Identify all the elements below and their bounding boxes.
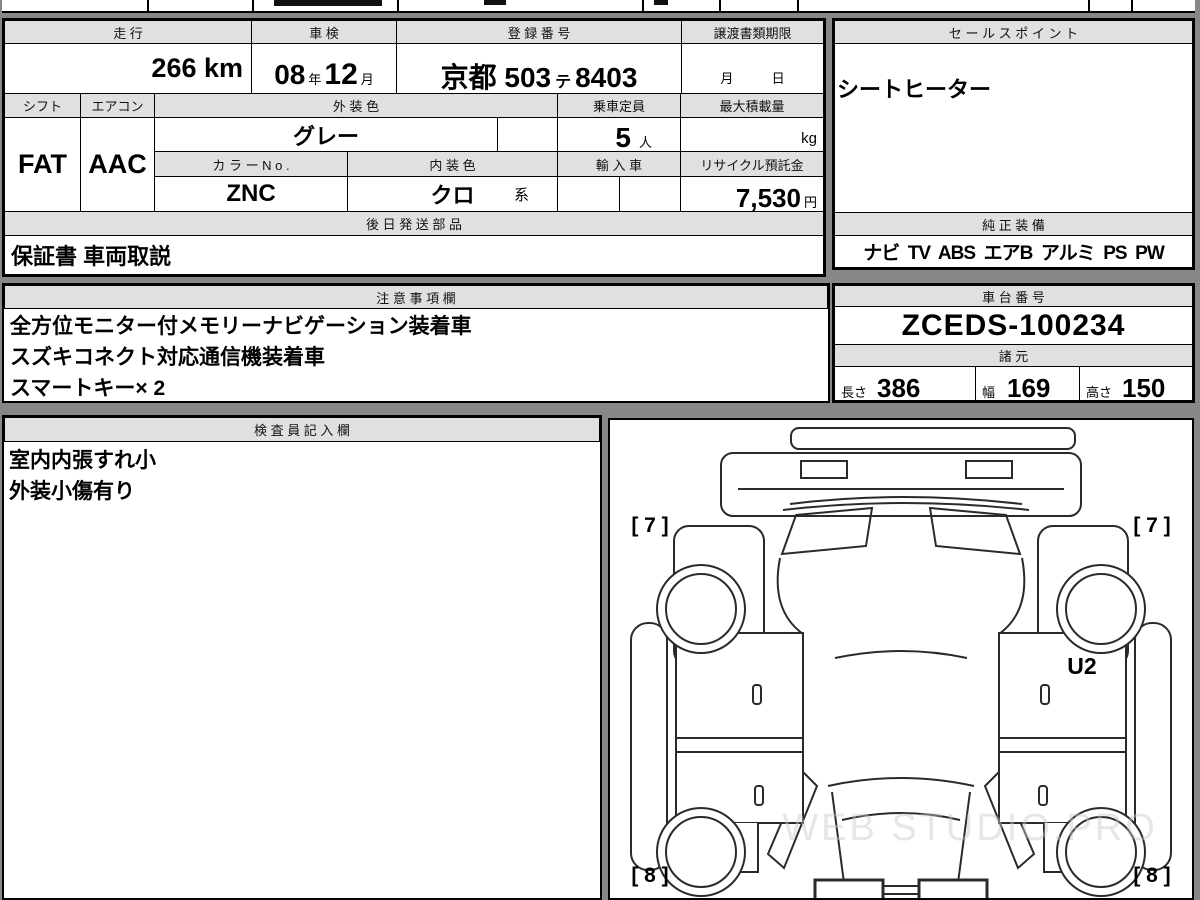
chassis-block: 車 台 番 号 ZCEDS-100234 諸 元 長さ 386 幅 169 高さ… <box>832 283 1195 403</box>
exterior-color-extra-cell <box>497 117 558 152</box>
divider <box>719 0 721 11</box>
shaken-header: 車 検 <box>251 20 397 44</box>
divider <box>252 0 254 11</box>
panel-label-rear-right: [ 8 ] <box>1133 864 1170 887</box>
cropped-row-remnant <box>2 0 1195 13</box>
shaken-month-unit: 月 <box>360 72 374 87</box>
transfer-deadline-header: 譲渡書類期限 <box>681 20 824 44</box>
inspector-note-line: 外装小傷有り <box>9 480 135 503</box>
caution-notes-block: 注 意 事 項 欄 全方位モニター付メモリーナビゲーション装着車 スズキコネクト… <box>2 283 830 403</box>
interior-color-suffix: 系 <box>513 187 529 204</box>
auction-sheet: 走 行 車 検 登 録 番 号 譲渡書類期限 266 km 08 年 12 月 … <box>0 0 1200 900</box>
recycle-amount: 7,530 <box>735 183 801 212</box>
divider <box>797 0 799 11</box>
width-label: 幅 <box>982 385 996 400</box>
caution-note-line: スズキコネクト対応通信機装着車 <box>10 346 325 369</box>
watermark-text: WEB STUDIO.PRO <box>782 807 1158 849</box>
payload-header: 最大積載量 <box>680 93 824 118</box>
interior-color-value: クロ 系 <box>347 176 558 212</box>
transfer-month-unit: 月 <box>720 71 734 86</box>
length-value: 386 <box>877 373 921 401</box>
genuine-equipment-value: ナビ TV ABS エアB アルミ PS PW <box>834 235 1193 268</box>
sales-point-block: セ ー ル ス ポ イ ン ト シートヒーター 純 正 装 備 ナビ TV AB… <box>832 18 1195 270</box>
shaken-month: 12 <box>324 58 358 91</box>
interior-color-header: 内 装 色 <box>347 151 558 177</box>
chassis-value: ZCEDS-100234 <box>834 306 1193 345</box>
divider <box>642 0 644 11</box>
specs-header: 諸 元 <box>834 344 1193 367</box>
recycle-header: リサイクル預託金 <box>680 151 824 177</box>
import-cell-2 <box>619 176 681 212</box>
sales-point-value: シートヒーター <box>834 43 1193 213</box>
caution-notes-body: 全方位モニター付メモリーナビゲーション装着車 スズキコネクト対応通信機装着車 ス… <box>10 311 472 404</box>
height-label: 高さ <box>1086 385 1113 400</box>
transfer-day-unit: 日 <box>771 71 785 86</box>
car-diagram-block: WEB STUDIO.PRO [ 7 ] [ 7 ] [ 8 ] [ 8 ] U… <box>608 418 1194 900</box>
aircon-value: AAC <box>80 117 155 212</box>
capacity-header: 乗車定員 <box>557 93 681 118</box>
caution-note-line: 全方位モニター付メモリーナビゲーション装着車 <box>10 315 472 338</box>
sales-point-text: シートヒーター <box>837 77 992 102</box>
panel-label-front-right: [ 7 ] <box>1133 514 1170 537</box>
inspector-note-line: 室内内張すれ小 <box>9 449 156 472</box>
inspector-notes-header: 検 査 員 記 入 欄 <box>4 417 600 442</box>
reg-area: 京都 503 <box>440 62 552 93</box>
shaken-value: 08 年 12 月 <box>251 43 397 94</box>
divider <box>147 0 149 11</box>
mileage-text: 266 km <box>151 53 243 83</box>
divider <box>397 0 399 11</box>
color-no-value: ZNC <box>154 176 348 212</box>
spec-width: 幅 169 <box>975 366 1080 401</box>
import-cell-1 <box>557 176 620 212</box>
shaken-year-unit: 年 <box>308 72 322 87</box>
aircon-header: エアコン <box>80 93 155 118</box>
cut-text-remnant <box>274 0 382 6</box>
color-no-header: カ ラ ー N o . <box>154 151 348 177</box>
registration-value: 京都 503 テ 8403 <box>396 43 682 94</box>
later-parts-header: 後 日 発 送 部 品 <box>4 211 824 236</box>
panel-label-rear-left: [ 8 ] <box>631 864 668 887</box>
transfer-deadline-value: 月 日 <box>681 43 824 94</box>
payload-value: kg <box>680 117 824 152</box>
exterior-color-header: 外 装 色 <box>154 93 558 118</box>
vehicle-spec-table: 走 行 車 検 登 録 番 号 譲渡書類期限 266 km 08 年 12 月 … <box>2 18 826 277</box>
inspector-notes-block: 検 査 員 記 入 欄 室内内張すれ小 外装小傷有り <box>2 415 602 900</box>
cut-text-remnant <box>484 0 506 5</box>
capacity-number: 5 <box>615 122 631 152</box>
payload-unit: kg <box>801 130 817 147</box>
sales-point-header: セ ー ル ス ポ イ ン ト <box>834 20 1193 44</box>
mileage-value: 266 km <box>4 43 252 94</box>
panel-label-front-left: [ 7 ] <box>631 514 668 537</box>
reg-kana: テ <box>555 74 572 91</box>
interior-color-text: クロ <box>430 183 475 208</box>
divider <box>1088 0 1090 11</box>
spec-length: 長さ 386 <box>834 366 976 401</box>
shift-value: FAT <box>4 117 81 212</box>
shaken-year: 08 <box>274 59 306 90</box>
damage-mark-u2: U2 <box>1067 653 1096 679</box>
exterior-color-value: グレー <box>154 117 498 152</box>
import-header: 輸 入 車 <box>557 151 681 177</box>
spec-height: 高さ 150 <box>1079 366 1193 401</box>
registration-header: 登 録 番 号 <box>396 20 682 44</box>
height-value: 150 <box>1122 373 1166 401</box>
caution-note-line: スマートキー× 2 <box>10 377 166 400</box>
recycle-value: 7,530 円 <box>680 176 824 212</box>
length-label: 長さ <box>841 385 868 400</box>
width-value: 169 <box>1007 373 1051 401</box>
capacity-unit: 人 <box>638 135 652 150</box>
shift-header: シフト <box>4 93 81 118</box>
reg-number: 8403 <box>575 62 638 93</box>
capacity-value: 5 人 <box>557 117 681 152</box>
genuine-equipment-header: 純 正 装 備 <box>834 212 1193 236</box>
recycle-unit: 円 <box>803 195 817 210</box>
later-parts-value: 保証書 車両取説 <box>4 235 824 275</box>
inspector-notes-body: 室内内張すれ小 外装小傷有り <box>9 445 156 507</box>
mileage-header: 走 行 <box>4 20 252 44</box>
caution-notes-header: 注 意 事 項 欄 <box>4 285 828 309</box>
cut-text-remnant <box>654 0 668 5</box>
chassis-header: 車 台 番 号 <box>834 285 1193 307</box>
car-top-view-icon: WEB STUDIO.PRO [ 7 ] [ 7 ] [ 8 ] [ 8 ] U… <box>630 427 1172 898</box>
divider <box>1131 0 1133 11</box>
